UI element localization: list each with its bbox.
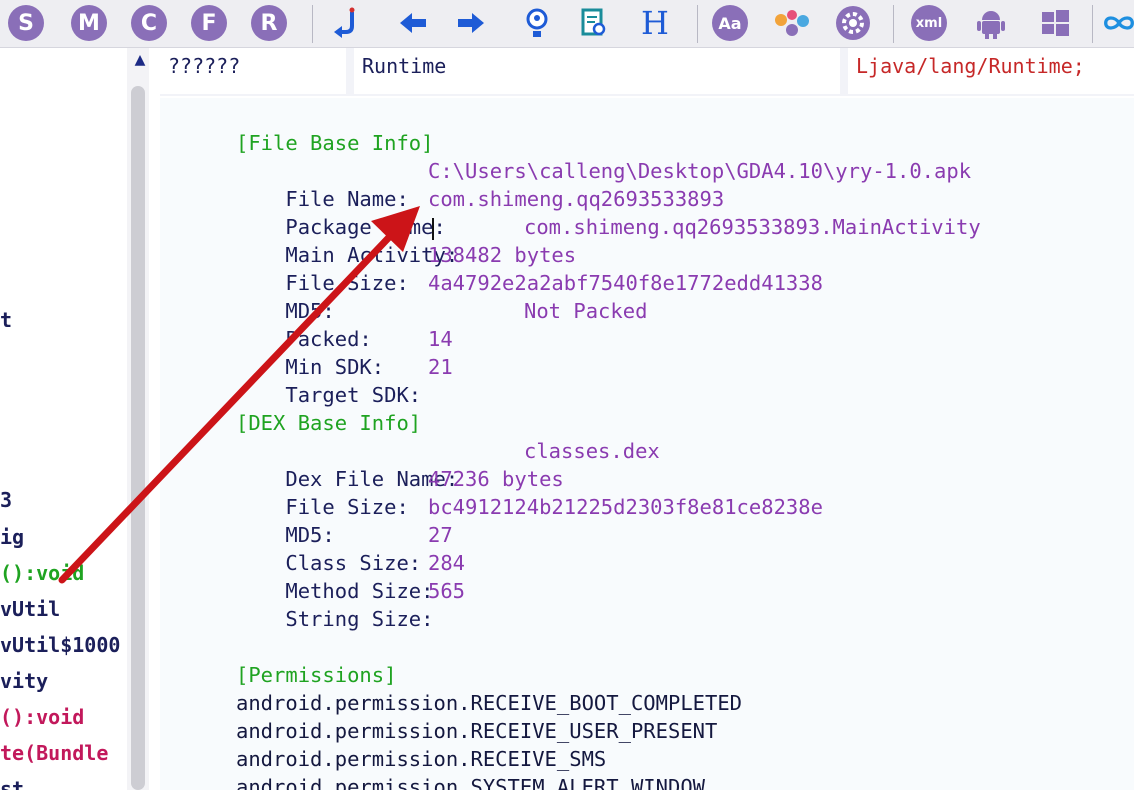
row-label: String Size: [285, 607, 434, 631]
aa-icon: Aa [712, 5, 748, 41]
forward-button[interactable] [452, 4, 490, 42]
r-letter-icon: R [251, 5, 287, 41]
tree-item[interactable]: vUtil$1000 [0, 631, 120, 659]
arrow-left-icon [400, 13, 426, 33]
c-button[interactable]: C [130, 4, 168, 42]
r-button[interactable]: R [250, 4, 288, 42]
xml-button[interactable]: xml [910, 4, 948, 42]
string-button[interactable]: Aa [711, 4, 749, 42]
text-cursor [432, 218, 434, 240]
infinity-icon [1104, 16, 1134, 30]
info-row-dex-file-name: Dex File Name: classes.dex [236, 437, 659, 491]
f-button[interactable]: F [190, 4, 228, 42]
row-value: classes.dex [524, 439, 660, 463]
row-value: 47236 bytes [428, 467, 564, 491]
tree-item[interactable]: vity [0, 667, 48, 695]
row-value: C:\Users\calleng\Desktop\GDA4.10\yry-1.0… [428, 159, 972, 183]
toolbar-separator [1092, 5, 1093, 43]
m-letter-icon: M [71, 5, 107, 41]
row-value: 21 [428, 355, 453, 379]
tree-item[interactable]: ig [0, 523, 24, 551]
h-letter-icon: H [641, 4, 669, 42]
back-button[interactable] [394, 4, 432, 42]
row-value: bc4912124b21225d2303f8e81ce8238e [428, 495, 823, 519]
info-row-main-activity: Main Activity: com.shimeng.qq2693533893.M… [236, 213, 980, 267]
m-button[interactable]: M [70, 4, 108, 42]
row-value: com.shimeng.qq2693533893.MainActivity [524, 215, 981, 239]
info-row-class-size: Class Size: 27 [236, 521, 452, 575]
toolbar: S M C F R H Aa xml [0, 0, 1134, 48]
permission-item: android.permission.RECEIVE_SMS [236, 747, 607, 771]
info-row-file-size: File Size: 138482 bytes [236, 241, 576, 295]
search-button[interactable] [518, 4, 556, 42]
section-title-dex-info: [DEX Base Info] [236, 411, 422, 435]
permission-item: android.permission.RECEIVE_BOOT_COMPLETE… [236, 691, 743, 715]
c-letter-icon: C [131, 5, 167, 41]
section-title-permissions: [Permissions] [236, 663, 397, 687]
info-row-packed: Packed: Not Packed [236, 297, 647, 351]
info-row-dex-file-size: File Size: 47236 bytes [236, 465, 563, 519]
toolbar-separator [893, 5, 894, 43]
info-header: ?????? Runtime Ljava/lang/Runtime; [160, 48, 1134, 96]
jump-icon [334, 7, 355, 38]
apk-info-view[interactable]: [File Base Info] File Name: C:\Users\call… [160, 98, 1134, 790]
infinity-button[interactable] [1100, 4, 1134, 42]
report-button[interactable] [575, 4, 613, 42]
tree-item[interactable]: vUtil [0, 595, 60, 623]
tree-item[interactable]: ():void [0, 703, 84, 731]
document-search-icon [581, 8, 606, 36]
tree-item[interactable]: 3 [0, 486, 12, 514]
section-title-file-info: [File Base Info] [236, 131, 434, 155]
tree-item[interactable]: t [0, 306, 12, 334]
scroll-up-arrow-icon[interactable]: ▲ [130, 51, 150, 69]
tree-scrollbar-thumb[interactable] [131, 86, 145, 790]
permission-item: android.permission.SYSTEM_ALERT_WINDOW [236, 775, 705, 790]
tree-item[interactable]: ():void [0, 559, 84, 587]
row-value: 138482 bytes [428, 243, 577, 267]
f-letter-icon: F [191, 5, 227, 41]
header-field-class-name[interactable]: Runtime [354, 48, 840, 94]
arrow-right-icon [458, 13, 484, 33]
jump-button[interactable] [328, 4, 366, 42]
tree-item[interactable]: te(Bundle [0, 739, 108, 767]
info-row-min-sdk: Min SDK: 14 [236, 325, 452, 379]
dots-cluster-icon [775, 10, 809, 36]
header-field-descriptor[interactable]: Ljava/lang/Runtime; [848, 48, 1134, 94]
row-value: Not Packed [524, 299, 648, 323]
header-field-unknown[interactable]: ?????? [160, 48, 346, 94]
windows-button[interactable] [1036, 4, 1074, 42]
settings-button[interactable] [834, 4, 872, 42]
windows-icon [1042, 10, 1069, 36]
toolbar-separator [312, 5, 313, 43]
graph-button[interactable] [773, 4, 811, 42]
xml-icon: xml [911, 5, 947, 41]
info-row-file-name: File Name: C:\Users\calleng\Desktop\GDA4.… [236, 157, 971, 211]
s-button[interactable]: S [7, 4, 45, 42]
row-value: 284 [428, 551, 466, 575]
info-row-method-size: Method Size: 284 [236, 549, 465, 603]
s-letter-icon: S [8, 5, 44, 41]
magnifier-person-icon [526, 8, 548, 37]
info-row-dex-md5: MD5: bc4912124b21225d2303f8e81ce8238e [236, 493, 823, 547]
permission-item: android.permission.RECEIVE_USER_PRESENT [236, 719, 718, 743]
row-value: com.shimeng.qq2693533893 [428, 187, 725, 211]
android-icon [977, 11, 1005, 39]
toolbar-separator [697, 5, 698, 43]
row-value: 27 [428, 523, 453, 547]
row-value: 4a4792e2a2abf7540f8e1772edd41338 [428, 271, 823, 295]
info-row-md5: MD5: 4a4792e2a2abf7540f8e1772edd41338 [236, 269, 823, 323]
row-value: 565 [428, 579, 466, 603]
info-row-string-size: String Size: 565 [236, 577, 465, 631]
h-button[interactable]: H [636, 4, 674, 42]
row-label: Target SDK: [285, 383, 422, 407]
gear-icon [836, 6, 870, 40]
row-value: 14 [428, 327, 453, 351]
tree-item[interactable]: st [0, 775, 24, 790]
android-button[interactable] [972, 4, 1010, 42]
info-row-target-sdk: Target SDK: 21 [236, 353, 452, 407]
info-row-package-name: Package Name: com.shimeng.qq2693533893 [236, 185, 724, 239]
